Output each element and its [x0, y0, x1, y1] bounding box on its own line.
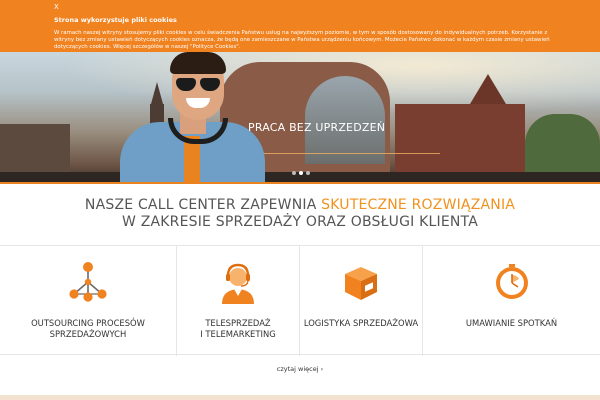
slider-dot[interactable] — [292, 171, 296, 175]
headline-line-2: W ZAKRESIE SPRZEDAŻY ORAZ OBSŁUGI KLIENT… — [122, 214, 478, 230]
service-label: UMAWIANIE SPOTKAŃ — [423, 318, 600, 329]
slider-dot[interactable] — [299, 171, 303, 175]
service-telesales[interactable]: TELESPRZEDAŻ I TELEMARKETING — [177, 246, 300, 356]
page-headline: NASZE CALL CENTER ZAPEWNIA SKUTECZNE ROZ… — [0, 197, 600, 231]
hero-building — [0, 124, 70, 174]
service-label-line: UMAWIANIE SPOTKAŃ — [465, 318, 558, 328]
package-icon — [345, 267, 377, 300]
slider-dot[interactable] — [306, 171, 310, 175]
services-row: OUTSOURCING PROCESÓW SPRZEDAŻOWYCH TELES… — [0, 245, 600, 356]
service-label-line: SPRZEDAŻOWYCH — [49, 329, 127, 339]
network-icon — [69, 262, 107, 302]
footer-strip — [0, 395, 600, 400]
hero-person-image — [120, 52, 270, 184]
service-label: LOGISTYKA SPRZEDAŻOWA — [300, 318, 422, 329]
service-logistics[interactable]: LOGISTYKA SPRZEDAŻOWA — [300, 246, 423, 356]
service-appointments[interactable]: UMAWIANIE SPOTKAŃ — [423, 246, 600, 356]
service-outsourcing[interactable]: OUTSOURCING PROCESÓW SPRZEDAŻOWYCH — [0, 246, 177, 356]
chevron-right-icon: › — [320, 365, 324, 373]
clock-icon — [495, 264, 528, 299]
headline-accent: SKUTECZNE ROZWIĄZANIA — [321, 197, 516, 213]
hero-slider: PRACA BEZ UPRZEDZEŃ — [0, 52, 600, 184]
cookie-text: W ramach naszej witryny stosujemy pliki … — [54, 30, 550, 50]
read-more-link[interactable]: czytaj więcej › — [0, 365, 600, 373]
hero-caption: PRACA BEZ UPRZEDZEŃ — [248, 121, 386, 134]
cookie-banner: X Strona wykorzystuje pliki cookies W ra… — [0, 0, 600, 52]
service-label-line: LOGISTYKA SPRZEDAŻOWA — [303, 318, 419, 328]
headline-line-1-text: NASZE CALL CENTER ZAPEWNIA — [84, 197, 322, 213]
hero-building-roof — [470, 74, 506, 104]
hero-light-trail — [250, 153, 440, 154]
page: X Strona wykorzystuje pliki cookies W ra… — [0, 0, 600, 400]
hero-building — [395, 104, 525, 174]
hero-station-arch — [305, 76, 385, 164]
service-label: TELESPRZEDAŻ I TELEMARKETING — [177, 318, 299, 340]
slider-dots — [292, 171, 310, 175]
headset-agent-icon — [222, 263, 254, 304]
service-label-line: I TELEMARKETING — [200, 329, 276, 339]
headline-line-1: NASZE CALL CENTER ZAPEWNIA SKUTECZNE ROZ… — [0, 197, 600, 214]
hero-person-hair — [170, 52, 226, 74]
cookie-close-button[interactable]: X — [54, 4, 59, 11]
read-more-label: czytaj więcej — [276, 365, 319, 373]
service-label-line: OUTSOURCING PROCESÓW — [31, 318, 145, 328]
cookie-title: Strona wykorzystuje pliki cookies — [54, 16, 177, 24]
hero-trees — [525, 114, 600, 174]
hero-accent-line — [0, 182, 600, 184]
service-label-line: TELESPRZEDAŻ — [205, 318, 271, 328]
service-label: OUTSOURCING PROCESÓW SPRZEDAŻOWYCH — [0, 318, 176, 340]
